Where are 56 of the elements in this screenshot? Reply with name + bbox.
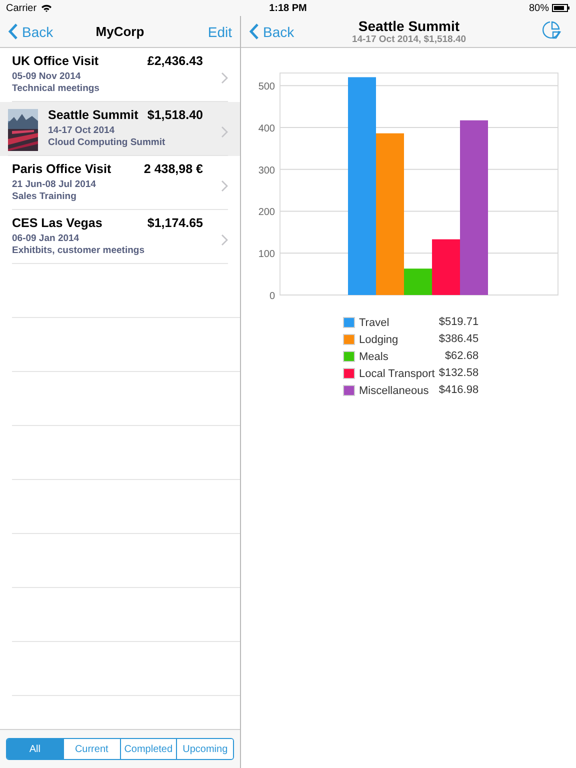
nav-subtitle: 14-17 Oct 2014, $1,518.40 — [352, 34, 466, 45]
trip-amount: $1,174.65 — [147, 216, 203, 230]
trip-dates: 05-09 Nov 2014 — [12, 71, 82, 82]
trip-title: UK Office Visit — [12, 54, 99, 68]
legend-label: Local Transport — [359, 368, 435, 380]
trip-title: Paris Office Visit — [12, 162, 112, 176]
carrier-label: Carrier — [6, 2, 37, 14]
trip-note: Exhitbits, customer meetings — [12, 245, 146, 256]
chevron-icon — [221, 234, 228, 246]
trip-dates: 06-09 Jan 2014 — [12, 233, 80, 244]
back-chevron-icon — [249, 23, 259, 40]
back-button[interactable]: Back — [249, 23, 294, 40]
trip-note: Cloud Computing Summit — [48, 137, 166, 148]
legend-label: Lodging — [359, 334, 398, 346]
axis-tick-label: 400 — [258, 123, 275, 134]
legend-amount: $416.98 — [438, 383, 479, 398]
chevron-icon — [221, 72, 228, 84]
trip-row[interactable]: CES Las Vegas $1,174.65 06-09 Jan 2014 Exhitbits, customer meetings — [0, 210, 240, 264]
back-button[interactable]: Back — [8, 23, 54, 40]
legend-label: Meals — [359, 350, 388, 362]
axis-tick-label: 500 — [258, 82, 275, 93]
trip-amount: $1,518.40 — [147, 108, 203, 122]
filter-tab[interactable]: All — [7, 739, 63, 759]
trip-dates: 14-17 Oct 2014 — [48, 125, 116, 136]
battery-percent: 80% — [528, 2, 549, 14]
chevron-icon — [221, 180, 228, 192]
edit-button[interactable]: Edit — [208, 24, 232, 40]
legend-amount: $519.71 — [438, 315, 479, 330]
legend-label: Travel — [359, 316, 390, 328]
legend-amount: $132.58 — [438, 366, 479, 381]
filter-tab[interactable]: Current — [62, 739, 120, 759]
back-chevron-icon — [8, 23, 18, 40]
trip-row[interactable]: Paris Office Visit 2 438,98 € 21 Jun-08 Jul 2014 Sales Training — [0, 156, 240, 210]
chevron-icon — [221, 126, 228, 138]
axis-tick-label: 0 — [269, 291, 275, 302]
trip-note: Sales Training — [12, 191, 78, 202]
nav-title: Seattle Summit — [358, 18, 460, 34]
trip-row[interactable]: Seattle Summit $1,518.40 14-17 Oct 2014 Cloud Computing Summit — [0, 102, 240, 156]
filter-tab[interactable]: Completed — [120, 739, 176, 759]
axis-tick-label: 200 — [258, 207, 275, 218]
battery-icon — [552, 4, 570, 12]
legend-label: Miscellaneous — [359, 384, 429, 396]
wifi-icon — [40, 4, 52, 12]
axis-tick-label: 300 — [258, 165, 275, 176]
axis-tick-label: 100 — [258, 249, 275, 260]
trip-note: Technical meetings — [12, 83, 100, 94]
trip-dates: 21 Jun-08 Jul 2014 — [12, 179, 97, 190]
legend-amount: $62.68 — [444, 349, 479, 364]
clock-time: 1:18 PM — [269, 2, 307, 14]
trip-title: CES Las Vegas — [12, 216, 102, 230]
filter-tab[interactable]: Upcoming — [176, 739, 233, 759]
legend-amount: $386.45 — [438, 332, 479, 347]
trip-amount: 2 438,98 € — [144, 162, 203, 176]
trip-title: Seattle Summit — [48, 108, 138, 122]
nav-title: MyCorp — [96, 24, 144, 39]
trip-amount: £2,436.43 — [147, 54, 203, 68]
